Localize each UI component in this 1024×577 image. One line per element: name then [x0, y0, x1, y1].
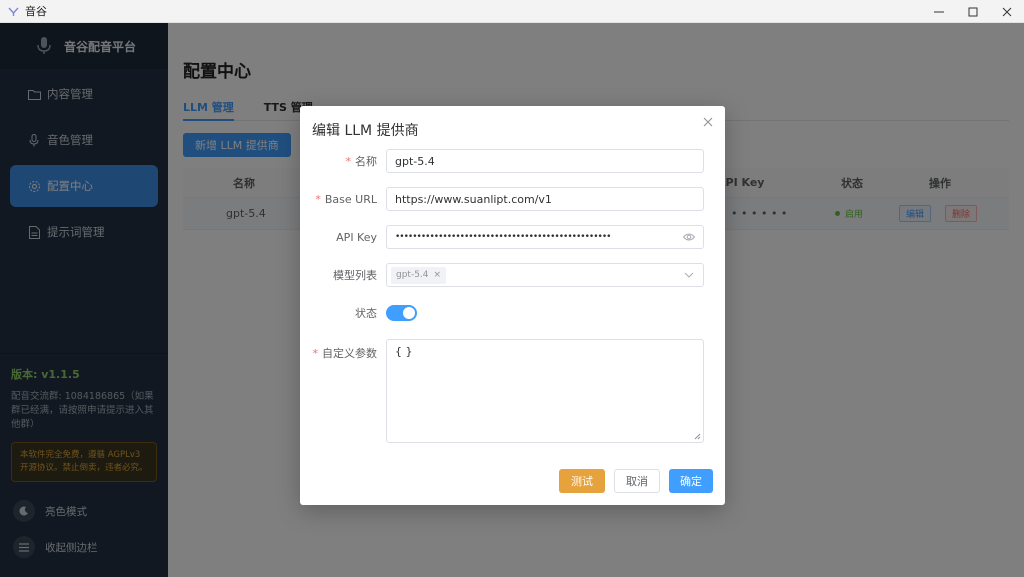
params-value: { }	[395, 345, 413, 358]
window-controls	[922, 0, 1024, 23]
models-select[interactable]: gpt-5.4 ×	[386, 263, 704, 287]
form-row-base-url: * Base URL https://www.suanlipt.com/v1	[300, 187, 725, 211]
eye-icon[interactable]	[683, 231, 695, 243]
models-label: 模型列表	[333, 269, 377, 282]
edit-llm-dialog: 编辑 LLM 提供商 * 名称 gpt-5.4 * Base URL https:/…	[300, 106, 725, 505]
chip-remove-icon[interactable]: ×	[434, 270, 442, 280]
model-chip: gpt-5.4 ×	[391, 266, 447, 284]
window-title: 音谷	[25, 5, 47, 18]
form-row-models: 模型列表 gpt-5.4 ×	[300, 263, 725, 287]
maximize-button[interactable]	[956, 0, 990, 23]
dialog-title: 编辑 LLM 提供商	[312, 123, 419, 139]
form-row-params: * 自定义参数 { }	[300, 339, 725, 443]
dialog-close-button[interactable]	[703, 116, 713, 131]
window-titlebar: 音谷	[0, 0, 1024, 23]
status-switch[interactable]	[386, 305, 417, 321]
form-row-api-key: API Key ••••••••••••••••••••••••••••••••…	[300, 225, 725, 249]
close-icon	[1002, 7, 1012, 16]
test-button[interactable]: 测试	[559, 469, 605, 493]
name-input[interactable]: gpt-5.4	[386, 149, 704, 173]
maximize-icon	[968, 7, 978, 16]
dialog-footer: 测试 取消 确定	[559, 469, 713, 493]
name-label: * 名称	[345, 155, 378, 168]
close-icon	[703, 117, 713, 127]
close-window-button[interactable]	[990, 0, 1024, 23]
form-row-status: 状态	[300, 305, 725, 321]
form-row-name: * 名称 gpt-5.4	[300, 149, 725, 173]
app-logo-icon	[6, 4, 20, 18]
api-key-value: ••••••••••••••••••••••••••••••••••••••••…	[395, 232, 611, 242]
resize-grip-icon[interactable]	[694, 433, 701, 440]
confirm-button[interactable]: 确定	[669, 469, 713, 493]
switch-knob	[403, 307, 415, 319]
api-key-input[interactable]: ••••••••••••••••••••••••••••••••••••••••…	[386, 225, 704, 249]
base-url-label: * Base URL	[315, 192, 377, 206]
minimize-button[interactable]	[922, 0, 956, 23]
base-url-input[interactable]: https://www.suanlipt.com/v1	[386, 187, 704, 211]
chevron-down-icon	[684, 272, 694, 278]
api-key-label: API Key	[336, 230, 377, 244]
params-label: * 自定义参数	[312, 347, 378, 360]
status-label: 状态	[355, 307, 377, 320]
minimize-icon	[934, 11, 944, 12]
params-textarea[interactable]: { }	[386, 339, 704, 443]
cancel-button[interactable]: 取消	[614, 469, 660, 493]
